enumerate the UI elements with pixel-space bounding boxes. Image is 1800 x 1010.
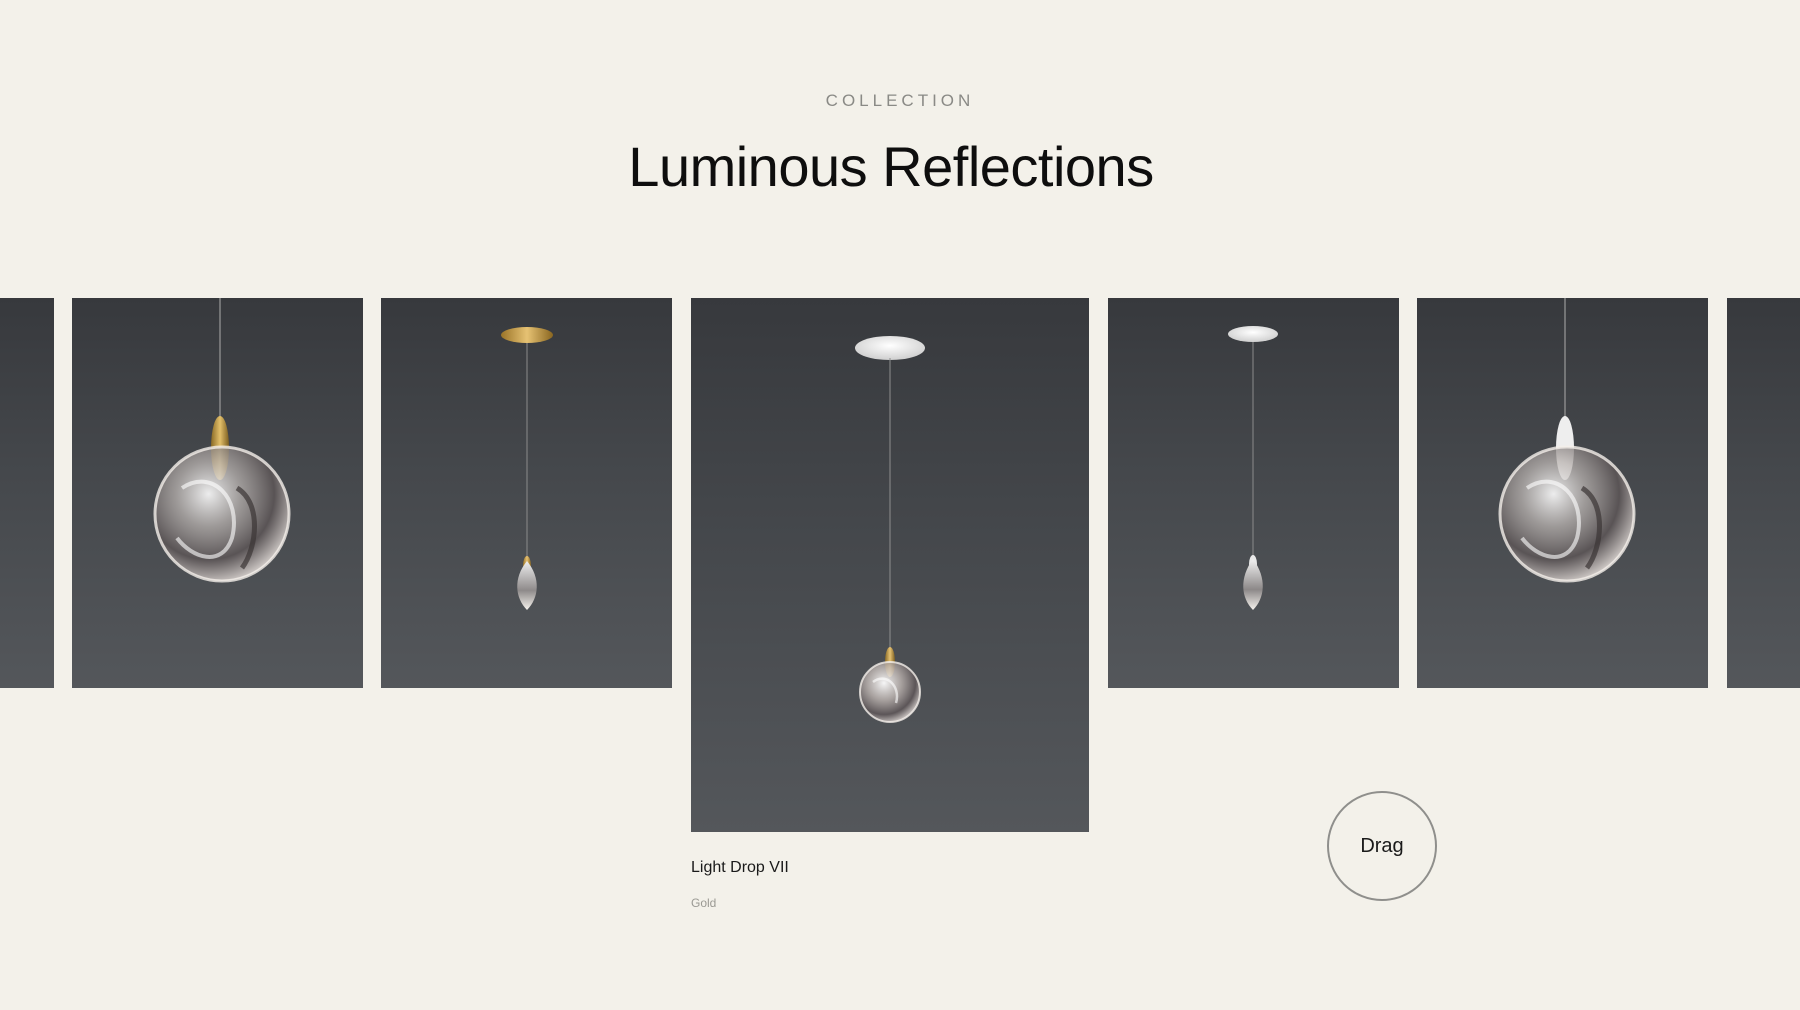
product-name[interactable]: Light Drop VII — [691, 859, 789, 877]
product-card[interactable] — [1417, 298, 1708, 688]
globe-pendant-gold-image — [153, 298, 291, 583]
product-card[interactable] — [72, 298, 363, 688]
pendant-image — [0, 298, 54, 688]
drop-pendant-gold-image — [501, 327, 553, 610]
product-card[interactable] — [381, 298, 672, 688]
globe-pendant-active-image — [855, 336, 925, 723]
section-eyebrow: COLLECTION — [825, 91, 975, 110]
globe-pendant-white-image — [1498, 298, 1636, 583]
pendant-image — [1727, 298, 1800, 688]
drag-label: Drag — [1360, 834, 1404, 857]
product-card-partial-right[interactable] — [1727, 298, 1800, 688]
page-title: Luminous Reflections — [628, 135, 1154, 198]
product-finish: Gold — [691, 896, 717, 910]
drop-pendant-white-image — [1228, 326, 1278, 610]
product-card[interactable] — [1108, 298, 1399, 688]
product-card-partial-left[interactable] — [0, 298, 54, 688]
drag-cursor-button[interactable]: Drag — [1327, 791, 1437, 901]
product-card-active[interactable] — [691, 298, 1089, 832]
